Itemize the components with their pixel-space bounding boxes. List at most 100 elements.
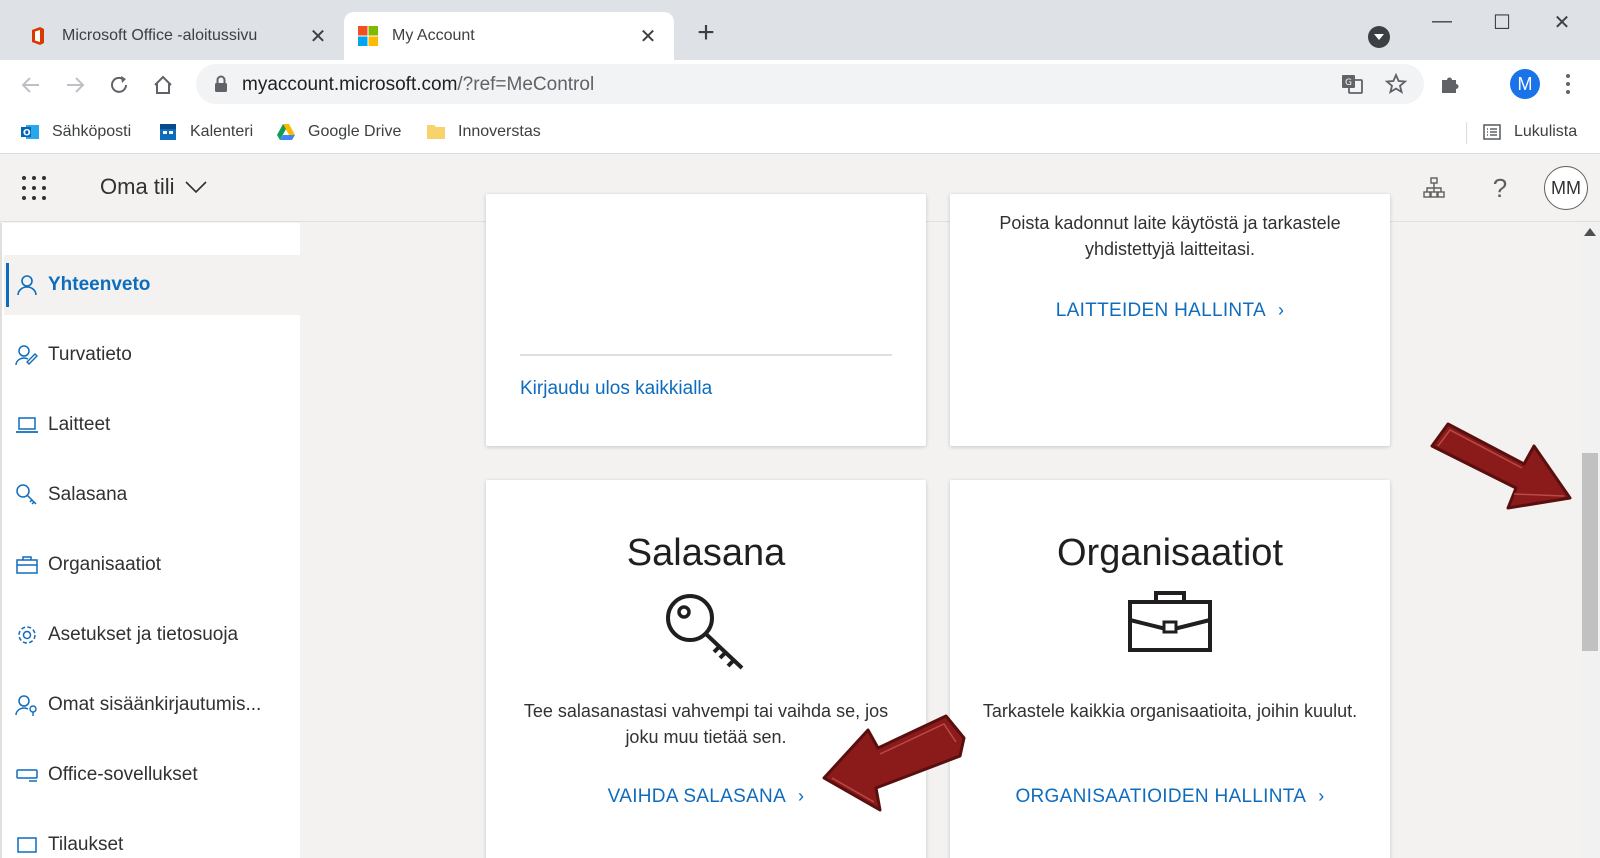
help-icon[interactable]: ? bbox=[1486, 173, 1514, 203]
key-icon bbox=[666, 594, 744, 670]
subscriptions-icon bbox=[14, 832, 40, 858]
maximize-button[interactable]: ☐ bbox=[1482, 10, 1522, 36]
page-title: Oma tili bbox=[100, 174, 175, 199]
bookmark-innoverstas[interactable]: Innoverstas bbox=[426, 118, 541, 146]
card-title: Organisaatiot bbox=[1056, 532, 1283, 574]
card-devices: Poista kadonnut laite käytöstä ja tarkas… bbox=[950, 194, 1390, 446]
card-organizations: Organisaatiot Tarkastele kaikkia organis… bbox=[950, 480, 1390, 858]
minimize-button[interactable]: — bbox=[1422, 10, 1462, 36]
reading-list-label: Lukulista bbox=[1514, 123, 1578, 140]
close-icon[interactable]: ✕ bbox=[306, 24, 330, 49]
sidebar-item-my-sign-ins[interactable]: Omat sisäänkirjautumis... bbox=[4, 675, 300, 735]
new-tab-button[interactable]: + bbox=[690, 18, 722, 50]
chevron-right-icon: › bbox=[1277, 300, 1285, 320]
calendar-icon bbox=[160, 124, 176, 140]
manage-organizations-link[interactable]: ORGANISAATIOIDEN HALLINTA › bbox=[950, 786, 1390, 808]
laptop-icon bbox=[14, 412, 40, 438]
tab-search-icon[interactable] bbox=[1368, 26, 1390, 48]
bookmarks-separator bbox=[1466, 122, 1467, 144]
sidebar-item-organizations[interactable]: Organisaatiot bbox=[4, 535, 300, 595]
sidebar-item-overview[interactable]: Yhteenveto bbox=[4, 255, 300, 315]
forward-button[interactable] bbox=[58, 68, 92, 102]
browser-menu-icon[interactable] bbox=[1560, 70, 1576, 100]
tab-office-home[interactable]: Microsoft Office -aloitussivu ✕ bbox=[14, 12, 344, 60]
reading-list-icon bbox=[1483, 124, 1501, 140]
bookmark-label: Kalenteri bbox=[190, 123, 254, 140]
account-menu-title[interactable]: Oma tili bbox=[100, 174, 207, 200]
sidebar-item-label: Laitteet bbox=[48, 414, 111, 435]
sidebar-item-office-apps[interactable]: Office-sovellukset bbox=[4, 745, 300, 805]
translate-icon[interactable]: G bbox=[1340, 72, 1364, 96]
sidebar: Yhteenveto Turvatieto Laitteet Salasana … bbox=[0, 223, 300, 858]
scroll-up-arrow-icon[interactable] bbox=[1584, 228, 1596, 236]
briefcase-icon bbox=[14, 552, 40, 578]
sidebar-item-label: Salasana bbox=[48, 484, 128, 505]
sidebar-item-label: Yhteenveto bbox=[48, 274, 151, 295]
sidebar-item-security-info[interactable]: Turvatieto bbox=[4, 325, 300, 385]
url-text[interactable]: myaccount.microsoft.com/?ref=MeControl bbox=[242, 74, 594, 96]
bookmarks-bar: O Sähköposti Kalenteri Google Drive Inno… bbox=[0, 110, 1600, 154]
app-launcher-icon[interactable] bbox=[22, 176, 46, 200]
sidebar-item-devices[interactable]: Laitteet bbox=[4, 395, 300, 455]
tab-title: My Account bbox=[392, 27, 475, 44]
sidebar-item-label: Turvatieto bbox=[48, 344, 132, 365]
svg-text:G: G bbox=[1345, 78, 1352, 88]
reading-list[interactable]: Lukulista bbox=[1482, 118, 1577, 146]
sidebar-item-label: Organisaatiot bbox=[48, 554, 162, 575]
org-chart-icon[interactable] bbox=[1420, 174, 1448, 202]
svg-text:O: O bbox=[23, 129, 31, 139]
office-apps-icon bbox=[14, 762, 40, 788]
microsoft-logo-icon bbox=[358, 26, 378, 46]
tab-my-account[interactable]: My Account ✕ bbox=[344, 12, 674, 60]
office-logo-icon bbox=[32, 27, 44, 45]
manage-devices-link[interactable]: LAITTEIDEN HALLINTA › bbox=[950, 300, 1390, 322]
avatar[interactable]: MM bbox=[1544, 166, 1588, 210]
security-info-icon bbox=[14, 342, 40, 368]
home-button[interactable] bbox=[146, 68, 180, 102]
sidebar-item-password[interactable]: Salasana bbox=[4, 465, 300, 525]
extensions-puzzle-icon[interactable] bbox=[1438, 72, 1462, 96]
organizations-description: Tarkastele kaikkia organisaatioita, joih… bbox=[982, 701, 1358, 721]
sidebar-item-label: Asetukset ja tietosuoja bbox=[48, 624, 239, 645]
google-drive-icon bbox=[277, 124, 295, 140]
bookmark-label: Sähköposti bbox=[52, 123, 132, 140]
home-icon bbox=[154, 75, 172, 94]
gear-icon bbox=[14, 622, 40, 648]
person-icon bbox=[14, 272, 40, 298]
browser-profile-avatar[interactable]: M bbox=[1510, 69, 1540, 99]
key-icon bbox=[14, 482, 40, 508]
annotation-arrow-right-icon bbox=[1430, 422, 1572, 510]
url-path: /?ref=MeControl bbox=[457, 74, 595, 95]
window-close-button[interactable]: ✕ bbox=[1542, 10, 1582, 36]
star-icon[interactable] bbox=[1384, 72, 1408, 96]
bookmark-label: Google Drive bbox=[308, 123, 402, 140]
tab-title: Microsoft Office -aloitussivu bbox=[62, 27, 258, 44]
address-bar[interactable]: myaccount.microsoft.com/?ref=MeControl G bbox=[196, 64, 1424, 104]
reload-icon bbox=[111, 76, 127, 93]
forward-arrow-icon bbox=[67, 77, 85, 93]
annotation-arrow-left-icon bbox=[822, 714, 966, 812]
outlook-icon: O bbox=[21, 125, 39, 139]
bookmark-email[interactable]: O Sähköposti bbox=[20, 118, 131, 146]
close-icon[interactable]: ✕ bbox=[636, 24, 660, 49]
lock-icon bbox=[215, 75, 227, 92]
bookmark-calendar[interactable]: Kalenteri bbox=[158, 118, 253, 146]
back-button[interactable] bbox=[14, 68, 48, 102]
sidebar-item-settings-privacy[interactable]: Asetukset ja tietosuoja bbox=[4, 605, 300, 665]
scrollbar-thumb[interactable] bbox=[1582, 453, 1598, 651]
page-content: Oma tili ? MM Yhteenveto Turvatieto Lait… bbox=[0, 154, 1600, 858]
sidebar-item-subscriptions[interactable]: Tilaukset bbox=[4, 815, 300, 858]
sign-out-everywhere-link[interactable]: Kirjaudu ulos kaikkialla bbox=[520, 378, 712, 400]
sidebar-item-label: Office-sovellukset bbox=[48, 764, 198, 785]
link-label: VAIHDA SALASANA bbox=[607, 786, 787, 807]
tab-strip: Microsoft Office -aloitussivu ✕ My Accou… bbox=[0, 0, 1600, 60]
briefcase-icon bbox=[1128, 591, 1212, 652]
folder-icon bbox=[427, 125, 445, 139]
sign-ins-icon bbox=[14, 692, 40, 718]
chevron-right-icon: › bbox=[798, 786, 805, 806]
reload-button[interactable] bbox=[102, 68, 136, 102]
url-host: myaccount.microsoft.com bbox=[242, 74, 458, 95]
bookmark-label: Innoverstas bbox=[458, 123, 541, 140]
card-sign-out: Kirjaudu ulos kaikkialla bbox=[486, 194, 926, 446]
bookmark-google-drive[interactable]: Google Drive bbox=[276, 118, 401, 146]
